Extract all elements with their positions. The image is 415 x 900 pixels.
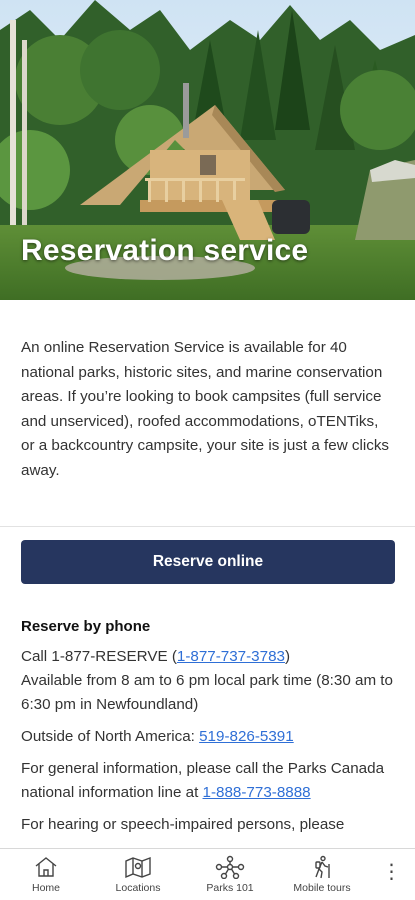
general-paragraph: For general information, please call the… (21, 757, 393, 805)
home-icon (35, 857, 57, 877)
map-icon (125, 856, 151, 879)
phone-link-reserve[interactable]: 1-877-737-3783 (177, 648, 285, 665)
nav-label-parks101: Parks 101 (206, 882, 254, 894)
nav-item-parks101[interactable]: Parks 101 (184, 849, 276, 900)
section-divider (0, 526, 415, 527)
section-heading: Reserve by phone (21, 618, 151, 635)
phone-link-general[interactable]: 1-888-773-8888 (203, 784, 311, 801)
hiker-icon (315, 855, 330, 879)
nav-item-locations[interactable]: Locations (92, 849, 184, 900)
more-button[interactable]: ⋮ (368, 849, 415, 900)
phone-link-outside[interactable]: 519-826-5391 (199, 728, 294, 745)
nav-item-mobile-tours[interactable]: Mobile tours (276, 849, 368, 900)
call-text: Call 1-877-RESERVE ( (21, 648, 177, 665)
outside-text: Outside of North America: (21, 728, 200, 745)
hours-text: Available from 8 am to 6 pm local park t… (21, 672, 393, 713)
reserve-by-phone-section: Reserve by phone Call 1-877-RESERVE (1-8… (21, 618, 393, 845)
partial-paragraph: For hearing or speech-impaired persons, … (21, 816, 345, 833)
page-title: Reservation service (21, 234, 309, 267)
call-suffix: ) (284, 648, 291, 665)
reserve-online-button[interactable]: Reserve online (21, 540, 395, 584)
bottom-navigation: Home Locations Parks 101 Mobile tours ⋮ (0, 848, 415, 900)
more-vertical-icon: ⋮ (381, 861, 402, 883)
hero-banner: Reservation service (0, 0, 415, 300)
outside-paragraph: Outside of North America: 519-826-5391 (21, 725, 393, 749)
nav-item-home[interactable]: Home (0, 849, 92, 900)
nav-label-locations: Locations (115, 882, 161, 894)
nav-label-mobile-tours: Mobile tours (293, 882, 351, 894)
nav-label-home: Home (31, 882, 60, 894)
call-paragraph: Call 1-877-RESERVE (1-877-737-3783) Avail… (21, 645, 393, 717)
intro-paragraph: An online Reservation Service is availab… (21, 339, 390, 479)
network-icon (215, 855, 245, 879)
